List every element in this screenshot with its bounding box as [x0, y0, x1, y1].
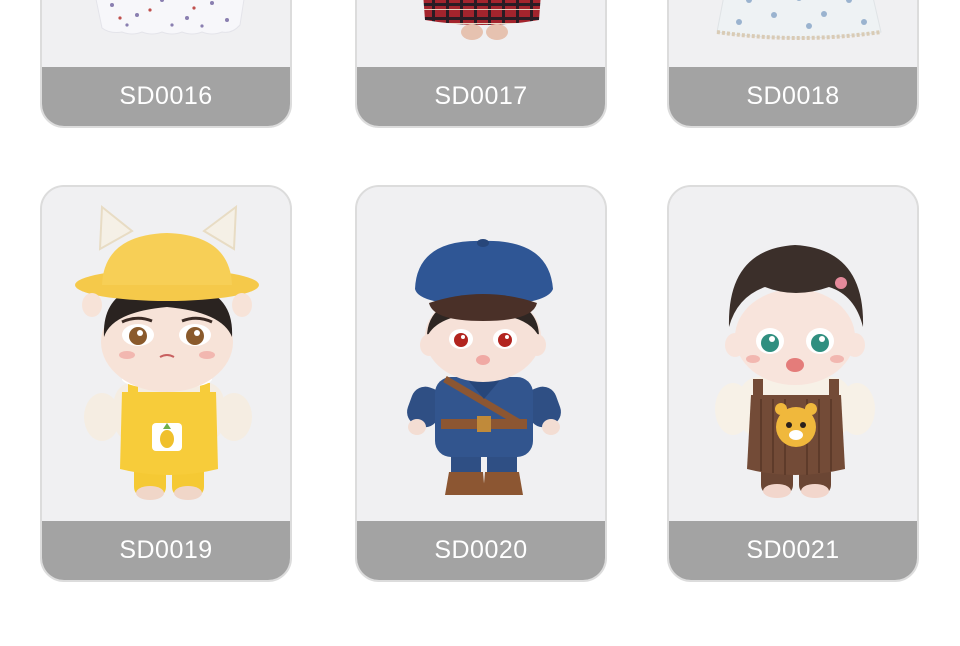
product-code: SD0020 — [357, 521, 605, 580]
product-code: SD0016 — [42, 67, 290, 126]
product-photo[interactable] — [42, 0, 290, 69]
product-card-sd0020[interactable]: SD0020 — [355, 185, 607, 582]
product-photo[interactable] — [42, 187, 290, 523]
product-photo[interactable] — [669, 0, 917, 69]
product-code: SD0017 — [357, 67, 605, 126]
product-photo[interactable] — [669, 187, 917, 523]
product-photo[interactable] — [357, 187, 605, 523]
product-code: SD0021 — [669, 521, 917, 580]
product-card-sd0016[interactable]: SD0016 — [40, 0, 292, 128]
product-card-sd0018[interactable]: SD0018 — [667, 0, 919, 128]
product-grid: SD0016 SD0017 SD0018 SD0019 SD0020 SD002… — [0, 0, 960, 646]
product-card-sd0017[interactable]: SD0017 — [355, 0, 607, 128]
product-card-sd0019[interactable]: SD0019 — [40, 185, 292, 582]
product-photo[interactable] — [357, 0, 605, 69]
product-code: SD0018 — [669, 67, 917, 126]
product-code: SD0019 — [42, 521, 290, 580]
product-card-sd0021[interactable]: SD0021 — [667, 185, 919, 582]
